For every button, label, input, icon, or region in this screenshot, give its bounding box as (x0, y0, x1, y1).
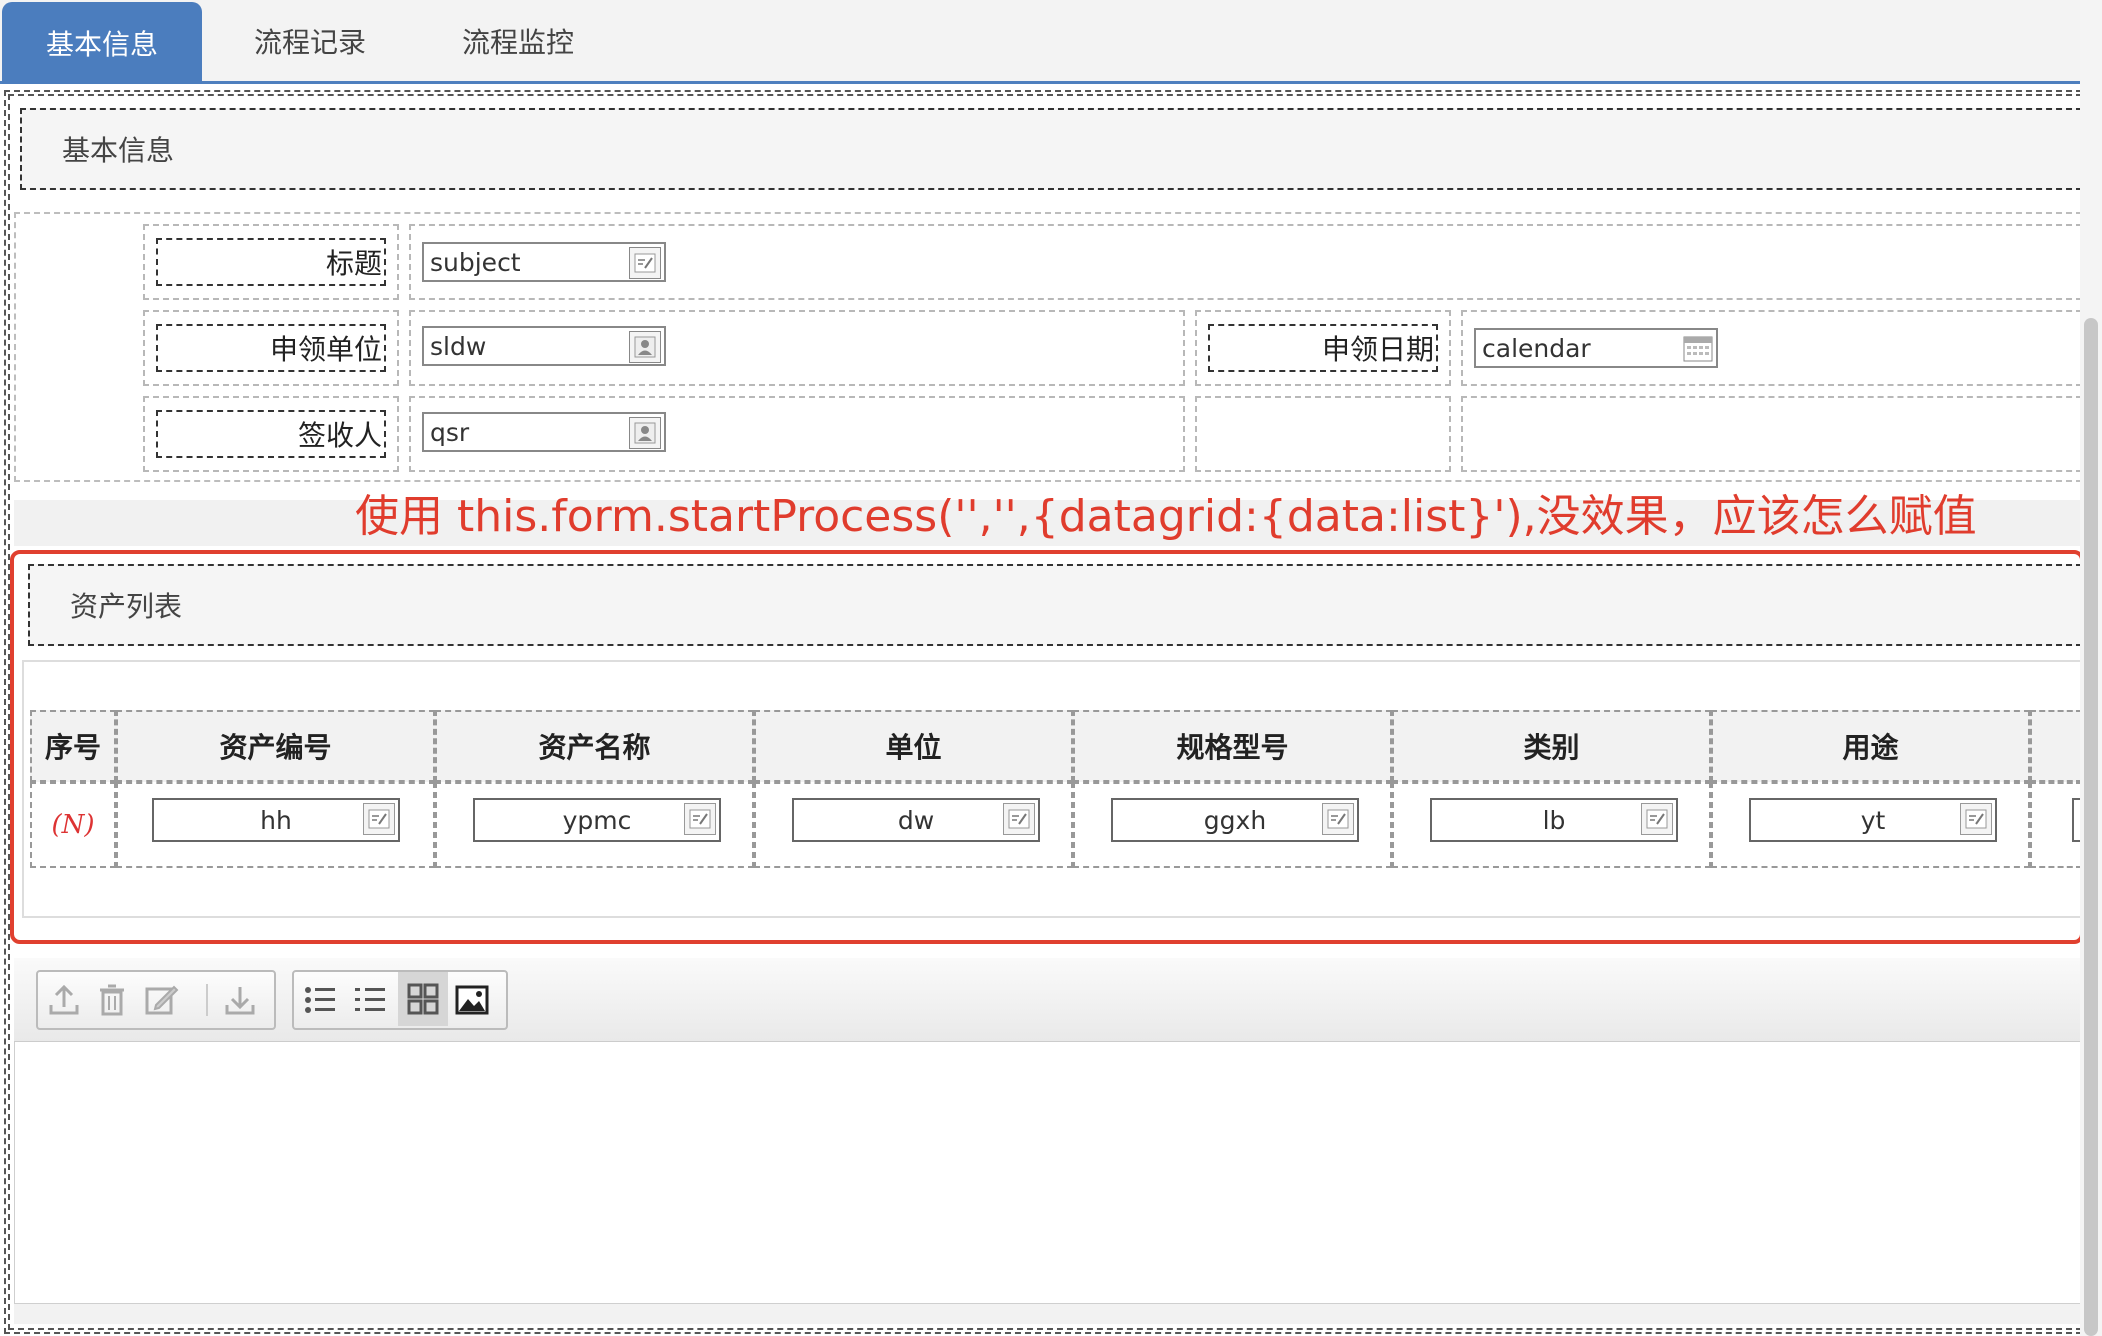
unit-input-value: sldw (430, 331, 487, 361)
unit-input[interactable]: sldw (422, 326, 666, 366)
receiver-input-value: qsr (430, 417, 470, 447)
view-mode-group (292, 970, 508, 1030)
receiver-input[interactable]: qsr (422, 412, 666, 452)
calendar-icon[interactable] (1683, 333, 1713, 363)
empty-cell (1461, 396, 2082, 472)
scrollbar-thumb[interactable] (2084, 318, 2098, 1336)
basic-info-header: 基本信息 (20, 108, 2082, 190)
receiver-label: 签收人 (156, 410, 386, 458)
tab-basic-info[interactable]: 基本信息 (2, 2, 202, 84)
upload-icon[interactable] (44, 980, 84, 1020)
date-label: 申领日期 (1208, 324, 1438, 372)
user-picker-icon[interactable] (629, 417, 661, 449)
delete-icon[interactable] (92, 980, 132, 1020)
download-icon[interactable] (220, 980, 260, 1020)
tab-process-monitor[interactable]: 流程监控 (418, 0, 618, 84)
image-icon[interactable] (452, 980, 492, 1020)
edit-icon[interactable] (142, 980, 182, 1020)
basic-info-title: 基本信息 (62, 134, 175, 167)
date-input-value: calendar (1482, 333, 1591, 363)
date-input[interactable]: calendar (1474, 328, 1718, 368)
file-action-group (36, 970, 276, 1030)
user-picker-icon[interactable] (629, 331, 661, 363)
title-input[interactable]: subject (422, 242, 666, 282)
title-label: 标题 (156, 238, 386, 286)
list-icon[interactable] (300, 980, 340, 1020)
ordered-list-icon[interactable] (350, 980, 390, 1020)
toolbar-divider (206, 984, 208, 1016)
title-input-value: subject (430, 247, 521, 277)
tab-bar: 基本信息 流程记录 流程监控 (0, 0, 2080, 84)
edit-icon[interactable] (629, 247, 661, 279)
unit-label: 申领单位 (156, 324, 386, 372)
grid-icon[interactable] (398, 972, 448, 1026)
annotation-text: 使用 this.form.startProcess('','',{datagri… (355, 491, 1977, 542)
empty-cell (1195, 396, 1451, 472)
tab-process-record[interactable]: 流程记录 (210, 0, 410, 84)
bottom-strip (14, 1304, 2082, 1324)
highlight-box (10, 550, 2084, 944)
